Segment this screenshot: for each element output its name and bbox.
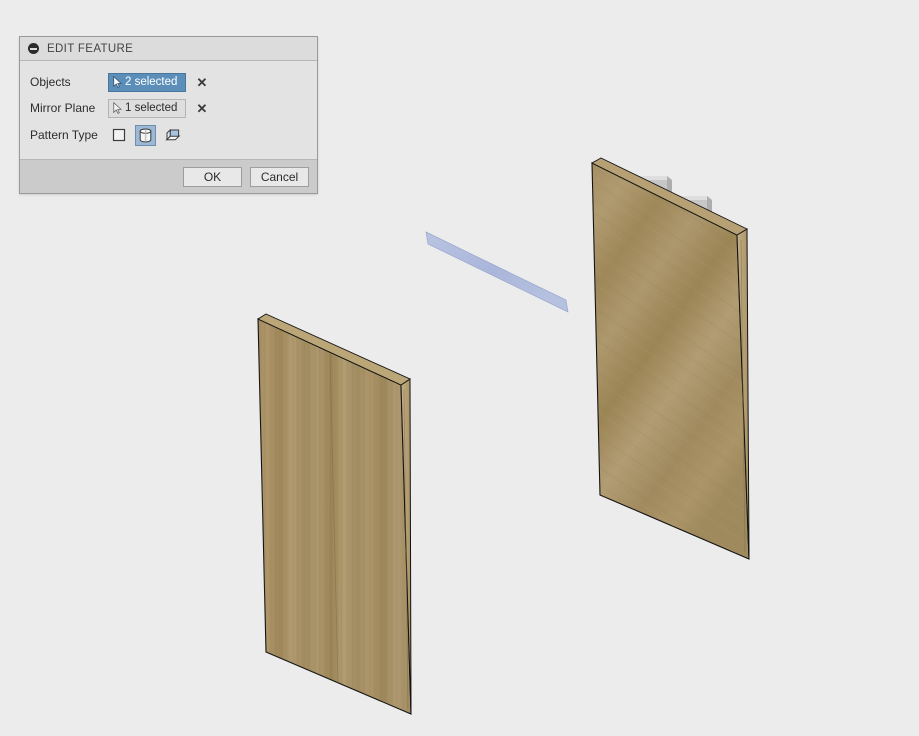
square-face-icon	[112, 128, 125, 142]
pattern-type-row: Pattern Type	[30, 123, 307, 147]
dialog-title: EDIT FEATURE	[47, 42, 134, 55]
pattern-type-components-button[interactable]	[162, 125, 183, 146]
dialog-footer: OK Cancel	[20, 159, 317, 193]
pattern-type-bodies-button[interactable]	[135, 124, 156, 146]
component-icon	[164, 128, 180, 140]
source-panel-object[interactable]	[257, 313, 412, 715]
objects-selection-button[interactable]: 2 selected	[108, 72, 186, 92]
pattern-type-group	[108, 124, 183, 146]
mirror-plane-selection-button[interactable]: 1 selected	[108, 98, 186, 118]
objects-row: Objects 2 selected ✕	[30, 71, 307, 93]
objects-label: Objects	[30, 75, 71, 89]
mirror-plane-object[interactable]	[425, 231, 569, 313]
pattern-type-faces-button[interactable]	[108, 125, 129, 146]
dialog-titlebar[interactable]: EDIT FEATURE	[20, 37, 317, 61]
pattern-type-label: Pattern Type	[30, 128, 98, 142]
mirror-plane-clear-button[interactable]: ✕	[193, 102, 211, 115]
mirrored-panel-object[interactable]	[591, 157, 750, 560]
cancel-button[interactable]: Cancel	[250, 166, 309, 187]
mirror-plane-selection-value: 1 selected	[125, 102, 178, 114]
cylinder-body-icon	[139, 128, 152, 142]
selection-cursor-icon	[113, 102, 122, 114]
objects-selection-value: 2 selected	[125, 76, 178, 88]
ok-button[interactable]: OK	[183, 166, 242, 187]
edit-feature-dialog[interactable]: EDIT FEATURE Objects 2 selected ✕ Mirror…	[19, 36, 318, 194]
mirror-plane-label: Mirror Plane	[30, 101, 96, 115]
collapse-circle-icon[interactable]	[28, 43, 39, 54]
objects-clear-button[interactable]: ✕	[193, 76, 211, 89]
dialog-body: Objects 2 selected ✕ Mirror Plane 1 sele…	[20, 61, 317, 159]
mirror-plane-row: Mirror Plane 1 selected ✕	[30, 97, 307, 119]
selection-cursor-icon	[113, 76, 122, 88]
